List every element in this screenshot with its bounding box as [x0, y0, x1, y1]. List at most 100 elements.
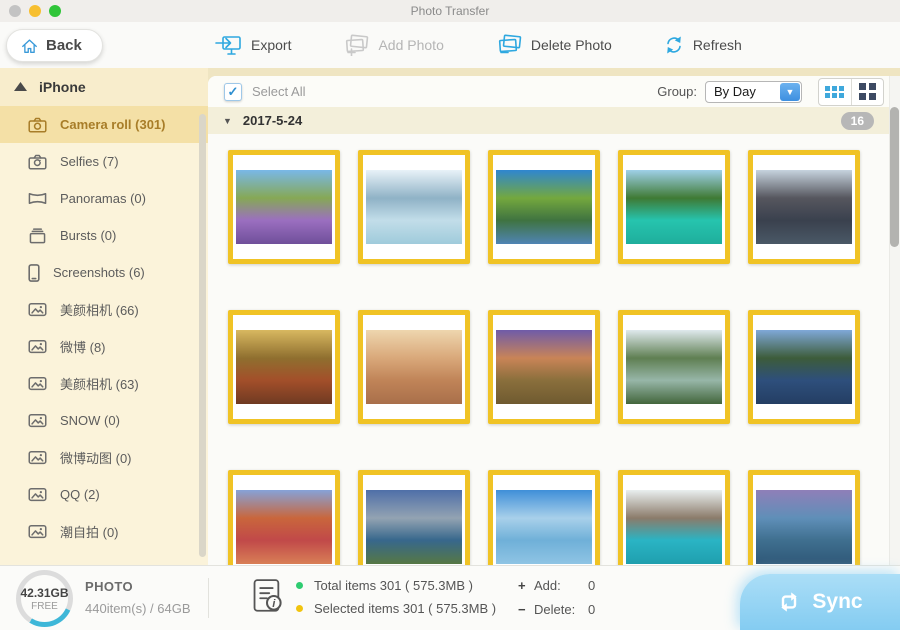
- sidebar-item-weibo-gif[interactable]: 微博动图 (0): [0, 439, 208, 476]
- photo-image: [236, 330, 332, 404]
- sidebar-item-snow[interactable]: SNOW (0): [0, 402, 208, 439]
- sidebar-item-meiyan-66[interactable]: 美颜相机 (66): [0, 291, 208, 328]
- plus-icon: +: [518, 578, 534, 593]
- back-label: Back: [46, 37, 82, 54]
- album-icon: [28, 376, 47, 391]
- photo-image: [236, 490, 332, 564]
- back-button[interactable]: Back: [6, 29, 103, 62]
- selected-items-text: Selected items 301 ( 575.3MB ): [314, 601, 496, 616]
- selfie-icon: [28, 154, 47, 170]
- close-button[interactable]: [9, 5, 21, 17]
- sidebar-item-weibo-8[interactable]: 微博 (8): [0, 328, 208, 365]
- sidebar-item-selfies[interactable]: Selfies (7): [0, 143, 208, 180]
- photo-thumbnail-autumn-forest-path[interactable]: [228, 310, 340, 424]
- zoom-button[interactable]: [49, 5, 61, 17]
- group-by-select[interactable]: By Day ▼: [705, 81, 802, 103]
- photo-thumbnail-tropical-lagoon-huts[interactable]: [618, 150, 730, 264]
- album-icon: [28, 339, 47, 354]
- photo-thumbnail-turquoise-moraine-lake[interactable]: [618, 470, 730, 565]
- minus-icon: −: [518, 602, 534, 617]
- photo-image: [236, 170, 332, 244]
- storage-category-detail: 440item(s) / 64GB: [85, 601, 191, 616]
- group-label: Group:: [657, 84, 697, 99]
- storage-gauge: 42.31GB FREE: [16, 570, 73, 627]
- summary-doc-icon: i: [250, 577, 284, 615]
- window-title: Photo Transfer: [0, 0, 900, 22]
- photo-thumbnail-blue-lake-mirror[interactable]: [748, 310, 860, 424]
- total-dot: [296, 582, 303, 589]
- minimize-button[interactable]: [29, 5, 41, 17]
- photo-image: [496, 170, 592, 244]
- photo-thumbnail-painted-village-path[interactable]: [228, 470, 340, 565]
- export-button[interactable]: Export: [214, 35, 291, 56]
- sidebar-item-label: 微博动图 (0): [60, 448, 132, 467]
- sidebar-item-panoramas[interactable]: Panoramas (0): [0, 180, 208, 217]
- refresh-button[interactable]: Refresh: [664, 35, 742, 55]
- sidebar-item-label: Bursts (0): [60, 228, 116, 243]
- sidebar-item-label: SNOW (0): [60, 413, 120, 428]
- photo-thumbnail-karst-mountains-dusk[interactable]: [748, 150, 860, 264]
- delete-photo-button[interactable]: Delete Photo: [496, 34, 612, 56]
- photo-thumbnail-river-valley-forest[interactable]: [358, 470, 470, 565]
- bursts-icon: [28, 228, 47, 244]
- total-items-text: Total items 301 ( 575.3MB ): [314, 578, 473, 593]
- device-header[interactable]: iPhone: [0, 68, 208, 106]
- traffic-lights[interactable]: [9, 5, 61, 17]
- refresh-icon: [664, 35, 684, 55]
- sidebar-item-label: 微博 (8): [60, 337, 106, 356]
- main-panel: ✓ Select All Group: By Day ▼ ▼ 2017-5-24…: [208, 76, 900, 565]
- sidebar-item-bursts[interactable]: Bursts (0): [0, 217, 208, 254]
- album-icon: [28, 302, 47, 317]
- date-group-header[interactable]: ▼ 2017-5-24 16: [208, 107, 900, 134]
- photo-thumbnail-snowy-mountain-lake[interactable]: [358, 150, 470, 264]
- free-space-value: 42.31GB: [20, 586, 68, 600]
- small-grid-view-button[interactable]: [819, 79, 851, 105]
- view-toggle: [818, 78, 884, 106]
- photo-image: [756, 490, 852, 564]
- photo-thumbnail-snowy-peaks-green-lake[interactable]: [618, 310, 730, 424]
- select-all-checkbox[interactable]: ✓: [224, 83, 242, 101]
- photo-thumbnail-island-twilight-sea[interactable]: [748, 470, 860, 565]
- photo-image: [756, 330, 852, 404]
- delete-label: Delete:: [534, 602, 588, 617]
- album-icon: [28, 524, 47, 539]
- sidebar-item-label: Panoramas (0): [60, 191, 146, 206]
- photo-image: [366, 490, 462, 564]
- content-scrollbar-thumb[interactable]: [890, 107, 899, 247]
- photo-image: [626, 330, 722, 404]
- photo-image: [366, 330, 462, 404]
- album-icon: [28, 450, 47, 465]
- photo-thumbnail-lavender-field-farm[interactable]: [228, 150, 340, 264]
- sidebar-item-label: 潮自拍 (0): [60, 522, 119, 541]
- group-by-value: By Day: [714, 84, 756, 99]
- sidebar-item-qq[interactable]: QQ (2): [0, 476, 208, 513]
- sidebar-item-screenshots[interactable]: Screenshots (6): [0, 254, 208, 291]
- collapse-caret-icon[interactable]: ▼: [223, 116, 232, 126]
- photo-thumbnail-green-lake-hills[interactable]: [488, 150, 600, 264]
- toolbar: Back Export Add Photo Delete Photo Refre…: [0, 22, 900, 68]
- eject-icon[interactable]: [13, 81, 28, 93]
- add-photo-button[interactable]: Add Photo: [343, 34, 443, 56]
- delete-value: 0: [588, 602, 595, 617]
- photo-image: [366, 170, 462, 244]
- sidebar-item-label: Camera roll (301): [60, 117, 166, 132]
- sidebar-item-label: Selfies (7): [60, 154, 119, 169]
- sidebar-scrollbar[interactable]: [199, 114, 206, 557]
- photo-thumbnail-misty-sun-rays[interactable]: [358, 310, 470, 424]
- sync-button[interactable]: Sync: [740, 574, 900, 630]
- sidebar-item-chaozipai[interactable]: 潮自拍 (0): [0, 513, 208, 550]
- sidebar-item-label: 美颜相机 (66): [60, 300, 139, 319]
- sidebar-item-label: QQ (2): [60, 487, 100, 502]
- sidebar-item-meiyan-63[interactable]: 美颜相机 (63): [0, 365, 208, 402]
- album-icon: [28, 413, 47, 428]
- photo-thumbnail-fantasy-bridge-lake[interactable]: [488, 470, 600, 565]
- home-icon: [21, 38, 38, 54]
- window-titlebar: Photo Transfer: [0, 0, 900, 22]
- sidebar-item-camera-roll[interactable]: Camera roll (301): [0, 106, 208, 143]
- select-all-label: Select All: [252, 84, 305, 99]
- count-badge: 16: [841, 112, 874, 130]
- photo-image: [496, 330, 592, 404]
- large-grid-view-button[interactable]: [851, 79, 884, 105]
- photo-thumbnail-sunset-meadow-tree[interactable]: [488, 310, 600, 424]
- sidebar-item-label: Screenshots (6): [53, 265, 145, 280]
